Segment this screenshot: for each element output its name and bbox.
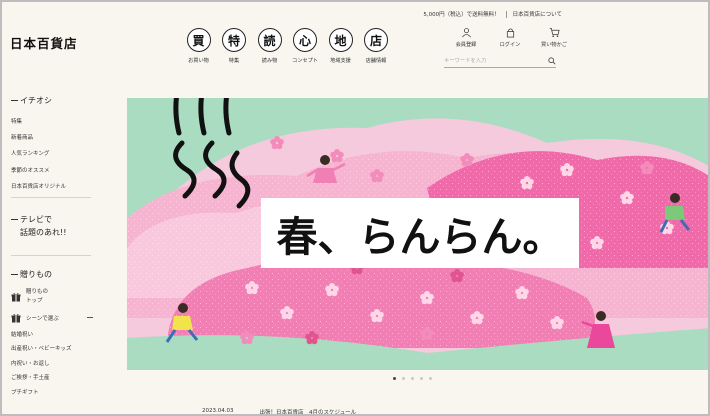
nav-shopping-icon: 買 [186,28,211,52]
sidebar-item-new[interactable]: 新着商品 [11,133,93,149]
register-button[interactable]: 会員登録 [446,27,486,48]
sidebar: イチオシ 特集 新着商品 人気ランキング 季節のオススメ 日本百貨店オリジナル … [11,95,93,402]
hero-title: 春、らんらん。 [261,198,579,268]
cart-icon [549,28,560,37]
collapse-icon[interactable] [87,317,93,319]
free-shipping-notice: 5,000円（税込）で送料無料！ [423,12,500,18]
gift-scene-link[interactable]: シーンで選ぶ [11,313,93,323]
nav-concept[interactable]: 心 コンセプト [291,28,320,64]
sidebar-item-original[interactable]: 日本百貨店オリジナル [11,182,93,198]
gift-heading: 贈りもの [11,269,93,280]
search-icon[interactable] [548,56,556,65]
ichioshi-title: イチオシ [20,96,52,105]
sidebar-item-seasonal[interactable]: 季節のオススメ [11,166,93,182]
gift-box-icon [11,293,21,302]
login-label: ログイン [499,42,521,48]
account-nav: 会員登録 ログイン 買い物かご [446,27,578,48]
gift-top-line1: 贈りもの [26,288,49,295]
register-label: 会員登録 [455,42,477,48]
category-nav: 買 お買い物 特 特集 読 読み物 心 コンセプト 地 地域支援 店 店舗情報 [184,28,397,64]
tv-title: テレビで 話題のあれ!! [20,213,66,239]
gift-item-greeting[interactable]: ご挨拶・手土産 [11,373,93,388]
about-link[interactable]: 日本百貨店について [513,10,562,18]
gift-scene-wrap: シーンで選ぶ [11,313,59,323]
nav-stores-icon: 店 [364,28,388,52]
dash [11,218,18,220]
nav-reading-icon: 読 [257,28,282,52]
nav-regional-icon: 地 [328,28,353,52]
gift-item-return[interactable]: 内祝い・お返し [11,359,93,374]
carousel-dot[interactable] [420,377,423,380]
site-logo[interactable]: 日本百貨店 [10,33,78,52]
carousel-dot[interactable] [411,377,414,380]
divider [11,254,91,256]
cart-button[interactable]: 買い物かご [534,27,574,48]
gift-item-petit[interactable]: プチギフト [11,388,93,403]
hero-banner[interactable]: 春、らんらん。 [127,98,708,370]
nav-feature[interactable]: 特 特集 [220,28,249,64]
gift-scene-label: シーンで選ぶ [26,315,59,322]
carousel-dot[interactable] [429,377,432,380]
gift-list: 結婚祝い 出産祝い・ベビーキッズ 内祝い・お返し ご挨拶・手土産 プチギフト [11,330,93,403]
news-text: 出張！日本百貨店 4月のスケジュール [259,410,357,416]
carousel-dot[interactable] [393,377,396,380]
user-icon [461,28,471,38]
sidebar-item-ranking[interactable]: 人気ランキング [11,149,93,165]
tv-title-line2: 話題のあれ!! [20,227,67,237]
ichioshi-list: 特集 新着商品 人気ランキング 季節のオススメ 日本百貨店オリジナル [11,117,93,198]
divider [505,10,507,18]
nav-regional-label: 地域支援 [330,58,351,64]
nav-regional[interactable]: 地 地域支援 [326,28,355,64]
cart-label: 買い物かご [541,42,567,48]
tv-title-line1: テレビで [20,214,52,224]
news-date: 2023.04.03 [202,408,234,414]
dash [11,273,18,275]
sidebar-item-feature[interactable]: 特集 [11,117,93,133]
gift-title: 贈りもの [20,269,52,279]
nav-shopping-label: お買い物 [188,58,209,64]
divider [11,196,91,198]
gift-item-birth[interactable]: 出産祝い・ベビーキッズ [11,344,93,359]
carousel-dot[interactable] [402,377,405,380]
tv-link[interactable]: テレビで 話題のあれ!! [11,213,93,239]
ichioshi-heading: イチオシ [11,95,93,106]
nav-reading-label: 読み物 [261,58,278,64]
nav-concept-icon: 心 [293,28,317,52]
carousel-dots [393,377,438,380]
nav-stores[interactable]: 店 店舗情報 [362,28,391,64]
gift-top-line2: トップ [26,297,43,304]
nav-concept-label: コンセプト [292,58,318,64]
news-item[interactable]: 2023.04.03 出張！日本百貨店 4月のスケジュール [202,408,357,416]
nav-reading[interactable]: 読 読み物 [255,28,284,64]
search-input[interactable] [444,57,540,64]
login-button[interactable]: ログイン [490,27,530,48]
top-notice-bar: 5,000円（税込）で送料無料！ 日本百貨店について [423,10,562,18]
page-frame: 5,000円（税込）で送料無料！ 日本百貨店について 日本百貨店 買 お買い物 … [0,0,710,416]
gift-box-icon [11,314,21,323]
nav-feature-icon: 特 [222,28,246,52]
gift-top-label: 贈りもの トップ [26,288,48,306]
nav-feature-label: 特集 [228,58,240,64]
gift-item-wedding[interactable]: 結婚祝い [11,330,93,345]
nav-stores-label: 店舗情報 [365,58,387,64]
nav-shopping[interactable]: 買 お買い物 [184,28,213,64]
lock-icon [506,28,514,38]
gift-top-link[interactable]: 贈りもの トップ [11,288,93,306]
dash [11,100,18,101]
search-bar [444,54,556,68]
